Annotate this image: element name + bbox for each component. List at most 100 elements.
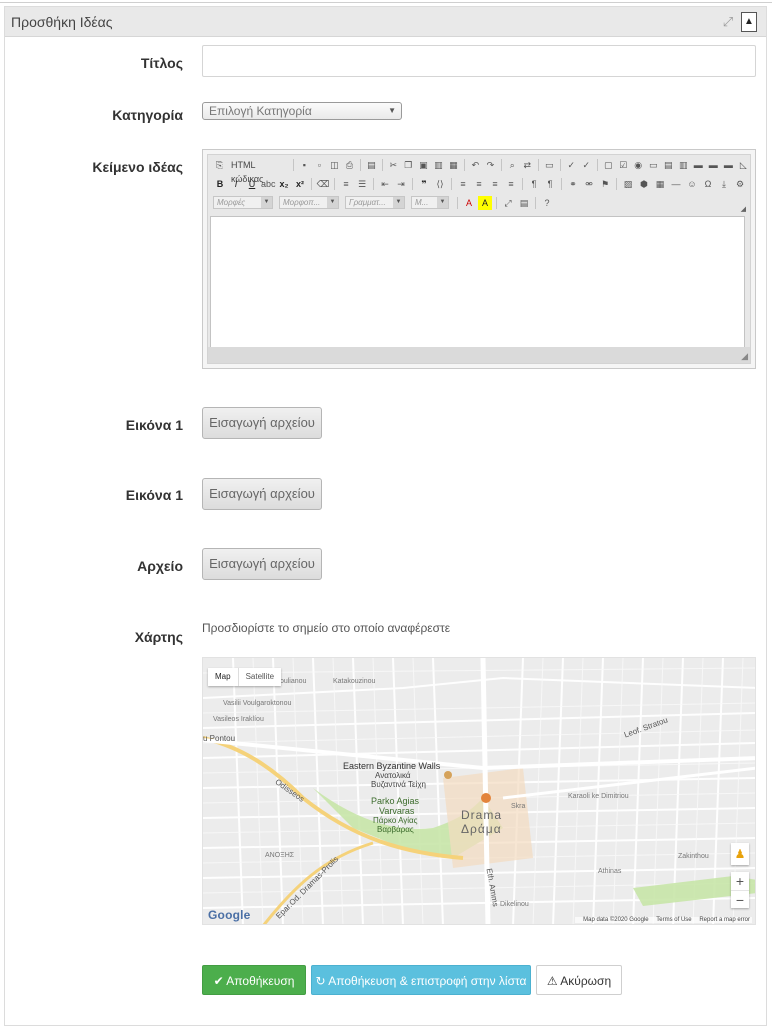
collapse-caret-up-icon[interactable]: ▲ xyxy=(741,12,757,32)
smiley-icon[interactable]: ☺ xyxy=(685,177,699,191)
hidden-field-icon[interactable]: ▬ xyxy=(722,158,735,172)
save-button[interactable]: ✔ Αποθήκευση xyxy=(202,965,306,995)
category-select[interactable]: Επιλογή Κατηγορία ▼ xyxy=(202,102,402,120)
unlink-icon[interactable]: ⚮ xyxy=(582,177,596,191)
div-icon[interactable]: ◺ xyxy=(737,158,750,172)
about-icon[interactable]: ? xyxy=(540,196,554,210)
checkbox-icon[interactable]: ☑ xyxy=(617,158,630,172)
undo-icon[interactable]: ↶ xyxy=(469,158,482,172)
create-div-icon[interactable]: ⟨⟩ xyxy=(433,177,447,191)
anchor-icon[interactable]: ⚑ xyxy=(598,177,612,191)
size-combo[interactable]: Μ... ▼ xyxy=(411,196,449,209)
link-icon[interactable]: ⚭ xyxy=(566,177,580,191)
blockquote-icon[interactable]: ❞ xyxy=(417,177,431,191)
map-label-park-gr2: Βαρβάρας xyxy=(377,825,414,834)
zoom-in-button[interactable]: + xyxy=(731,872,749,890)
spellcheck-icon[interactable]: ✓ xyxy=(565,158,578,172)
map-label-drama: Drama xyxy=(461,808,503,822)
find-icon[interactable]: ⌕ xyxy=(506,158,519,172)
map-label-byzantine-gr1: Ανατολικά xyxy=(375,771,411,780)
bold-icon[interactable]: B xyxy=(213,177,227,191)
map-canvas[interactable]: Eastern Byzantine Walls Ανατολικά Βυζαντ… xyxy=(202,657,756,925)
outdent-icon[interactable]: ⇤ xyxy=(378,177,392,191)
map-label-park2: Varvaras xyxy=(379,806,415,816)
format-combo-label: Μορφοπ... xyxy=(283,198,321,207)
remove-format-icon[interactable]: ⌫ xyxy=(316,177,330,191)
button-field-icon[interactable]: ▬ xyxy=(692,158,705,172)
street-view-pegman-icon[interactable]: ♟ xyxy=(731,843,749,865)
italic-icon[interactable]: I xyxy=(229,177,243,191)
paste-word-icon[interactable]: ▦ xyxy=(447,158,460,172)
paste-text-icon[interactable]: ▥ xyxy=(432,158,445,172)
select-field-icon[interactable]: ▥ xyxy=(677,158,690,172)
toolbar-divider xyxy=(373,177,374,190)
styles-combo[interactable]: Μορφές ▼ xyxy=(213,196,273,209)
terms-of-use-link[interactable]: Terms of Use xyxy=(656,917,691,923)
cancel-button[interactable]: ⚠ Ακύρωση xyxy=(536,965,622,995)
size-combo-label: Μ... xyxy=(415,198,429,207)
numbered-list-icon[interactable]: ≡ xyxy=(339,177,353,191)
rtl-icon[interactable]: ¶ xyxy=(543,177,557,191)
redo-icon[interactable]: ↷ xyxy=(484,158,497,172)
report-map-error-link[interactable]: Report a map error xyxy=(699,917,750,923)
editor-content-area[interactable] xyxy=(210,216,745,351)
preview-icon[interactable]: ◫ xyxy=(328,158,341,172)
ltr-icon[interactable]: ¶ xyxy=(527,177,541,191)
strikethrough-icon[interactable]: abc xyxy=(261,177,276,191)
paste-icon[interactable]: ▣ xyxy=(417,158,430,172)
resize-grip-icon[interactable]: ◢ xyxy=(741,351,748,362)
file-upload-button[interactable]: Εισαγωγή αρχείου xyxy=(202,548,322,580)
image2-upload-button[interactable]: Εισαγωγή αρχείου xyxy=(202,478,322,510)
map-label-vas: Vasileos Iraklíou xyxy=(213,716,264,723)
map-type-satellite-button[interactable]: Satellite xyxy=(237,668,281,686)
align-justify-icon[interactable]: ≡ xyxy=(504,177,518,191)
copy-icon[interactable]: ❐ xyxy=(402,158,415,172)
radio-icon[interactable]: ◉ xyxy=(632,158,645,172)
zoom-out-button[interactable]: − xyxy=(731,890,749,908)
textarea-icon[interactable]: ▤ xyxy=(662,158,675,172)
toolbar-collapse-icon[interactable]: ◢ xyxy=(741,205,746,213)
table-icon[interactable]: ▦ xyxy=(653,177,667,191)
save-icon[interactable]: ▪ xyxy=(298,158,311,172)
maximize-icon[interactable]: ⤢ xyxy=(501,196,515,210)
image-button-icon[interactable]: ▬ xyxy=(707,158,720,172)
superscript-icon[interactable]: x² xyxy=(293,177,307,191)
cut-icon[interactable]: ✂ xyxy=(387,158,400,172)
subscript-icon[interactable]: x₂ xyxy=(277,177,291,191)
toolbar-divider xyxy=(537,158,539,171)
replace-icon[interactable]: ⇄ xyxy=(521,158,534,172)
source-button-label[interactable]: HTML κώδικας xyxy=(228,158,289,184)
flash-icon[interactable]: ⬢ xyxy=(637,177,651,191)
source-icon[interactable]: ⎘ xyxy=(213,158,226,172)
align-right-icon[interactable]: ≡ xyxy=(488,177,502,191)
map-type-map-button[interactable]: Map xyxy=(208,668,238,686)
expand-icon[interactable]: ⤢ xyxy=(721,15,735,29)
bg-color-icon[interactable]: A xyxy=(478,195,492,210)
image1-upload-button[interactable]: Εισαγωγή αρχείου xyxy=(202,407,322,439)
print-icon[interactable]: ⎙ xyxy=(343,158,356,172)
new-page-icon[interactable]: ▫ xyxy=(313,158,326,172)
textfield-icon[interactable]: ▭ xyxy=(647,158,660,172)
page-break-icon[interactable]: ⤓ xyxy=(717,177,731,191)
indent-icon[interactable]: ⇥ xyxy=(394,177,408,191)
align-left-icon[interactable]: ≡ xyxy=(456,177,470,191)
text-color-icon[interactable]: A xyxy=(462,196,476,210)
templates-icon[interactable]: ▤ xyxy=(365,158,378,172)
form-icon[interactable]: ▢ xyxy=(602,158,615,172)
format-combo[interactable]: Μορφοπ... ▼ xyxy=(279,196,339,209)
select-all-icon[interactable]: ▭ xyxy=(543,158,556,172)
font-combo[interactable]: Γραμματ... ▼ xyxy=(345,196,405,209)
horizontal-rule-icon[interactable]: ― xyxy=(669,177,683,191)
align-center-icon[interactable]: ≡ xyxy=(472,177,486,191)
iframe-icon[interactable]: ⚙ xyxy=(733,177,747,191)
chevron-down-icon: ▼ xyxy=(388,106,396,115)
save-and-return-button[interactable]: ↻ Αποθήκευση & επιστροφή στην λίστα xyxy=(311,965,531,995)
bullet-list-icon[interactable]: ☰ xyxy=(355,177,369,191)
underline-icon[interactable]: U xyxy=(245,177,259,191)
image-icon[interactable]: ▨ xyxy=(621,177,635,191)
title-input[interactable] xyxy=(202,45,756,77)
category-selected-value: Επιλογή Κατηγορία xyxy=(209,104,312,118)
special-char-icon[interactable]: Ω xyxy=(701,177,715,191)
spellcheck-dropdown-icon[interactable]: ✓ xyxy=(580,158,593,172)
show-blocks-icon[interactable]: ▤ xyxy=(517,196,531,210)
